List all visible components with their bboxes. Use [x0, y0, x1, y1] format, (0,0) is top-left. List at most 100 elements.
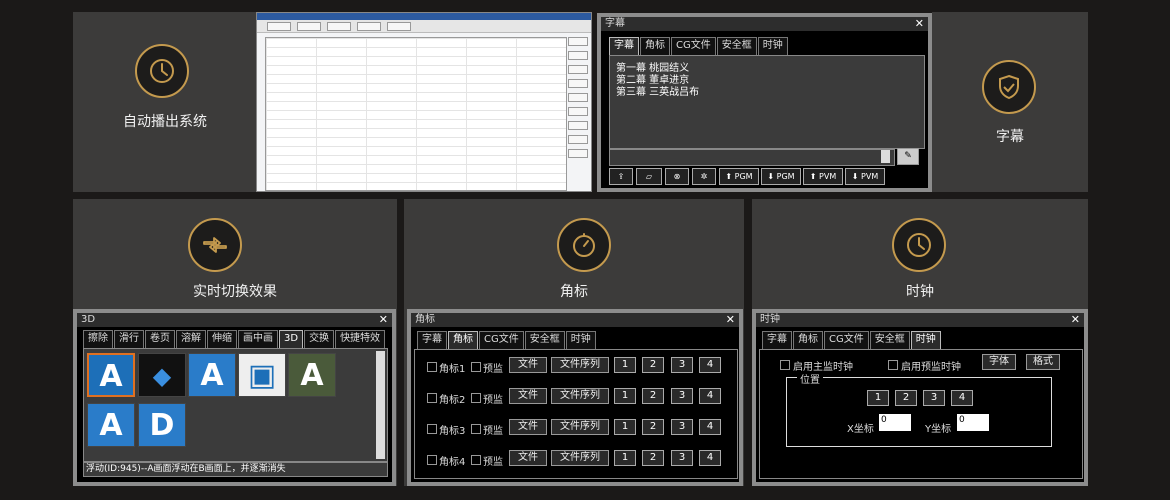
file-sequence-button[interactable]: 文件序列 — [551, 357, 609, 373]
settings-button[interactable]: ✲ — [692, 168, 716, 185]
tab-wipe[interactable]: 擦除 — [83, 330, 113, 348]
main-clock-checkbox[interactable] — [780, 360, 790, 370]
tab-swap[interactable]: 交换 — [304, 330, 335, 348]
logo-enable-checkbox[interactable] — [427, 362, 437, 372]
tab-subtitle[interactable]: 字幕 — [762, 331, 792, 349]
position-3-button[interactable]: 3 — [671, 388, 693, 404]
tab-cg-file[interactable]: CG文件 — [479, 331, 524, 349]
position-4-button[interactable]: 4 — [699, 450, 721, 466]
tab-slide[interactable]: 滑行 — [114, 330, 144, 348]
tab-subtitle[interactable]: 字幕 — [417, 331, 447, 349]
position-1-button[interactable]: 1 — [614, 388, 636, 404]
position-1-button[interactable]: 1 — [614, 419, 636, 435]
stop-button[interactable]: ⊗ — [665, 168, 689, 185]
import-button[interactable]: ⇪ — [609, 168, 633, 185]
logo-enable-checkbox[interactable] — [427, 424, 437, 434]
file-sequence-button[interactable]: 文件序列 — [551, 450, 609, 466]
logo-enable-checkbox[interactable] — [427, 393, 437, 403]
font-button[interactable]: 字体 — [982, 354, 1016, 370]
effect-thumb[interactable]: ◆ — [138, 353, 186, 397]
subtitle-list[interactable]: 第一幕 桃园结义 第二幕 董卓进京 第三幕 三英战吕布 — [609, 55, 925, 149]
position-2-button[interactable]: 2 — [642, 357, 664, 373]
tab-dissolve[interactable]: 溶解 — [176, 330, 206, 348]
close-icon[interactable]: ✕ — [1071, 313, 1080, 327]
position-2-button[interactable]: 2 — [895, 390, 917, 406]
effect-thumb[interactable]: ▣ — [238, 353, 286, 397]
position-2-button[interactable]: 2 — [642, 419, 664, 435]
tab-safe-frame[interactable]: 安全框 — [524, 331, 565, 349]
tab-logo[interactable]: 角标 — [640, 37, 670, 55]
pvm-down-button[interactable]: ⬇ PVM — [845, 168, 885, 185]
position-3-button[interactable]: 3 — [671, 419, 693, 435]
tab-3d[interactable]: 3D — [279, 330, 304, 348]
clock-ring — [892, 218, 946, 272]
realtime-switch-ring — [188, 218, 242, 272]
pvm-up-button[interactable]: ⬆ PVM — [803, 168, 843, 185]
x-coordinate-input[interactable]: 0 — [879, 414, 911, 431]
close-icon[interactable]: ✕ — [379, 313, 388, 327]
scrollbar[interactable] — [376, 351, 385, 459]
tab-safe-frame[interactable]: 安全框 — [716, 37, 757, 55]
position-4-button[interactable]: 4 — [699, 388, 721, 404]
position-4-button[interactable]: 4 — [951, 390, 973, 406]
effect-window: 3D ✕ 擦除 滑行 卷页 溶解 伸缩 画中画 3D 交换 快捷特效 A ◆ A … — [73, 309, 396, 486]
effect-thumb[interactable]: A — [288, 353, 336, 397]
spin-arrows-icon[interactable] — [881, 150, 890, 163]
pgm-down-button[interactable]: ⬇ PGM — [761, 168, 801, 185]
position-4-button[interactable]: 4 — [699, 357, 721, 373]
shield-check-icon — [999, 74, 1019, 100]
tab-clock[interactable]: 时钟 — [910, 331, 941, 349]
file-button[interactable]: 文件 — [509, 419, 547, 435]
tab-clock[interactable]: 时钟 — [565, 331, 596, 349]
file-button[interactable]: 文件 — [509, 450, 547, 466]
list-item[interactable]: 第三幕 三英战吕布 — [616, 83, 699, 98]
tab-logo[interactable]: 角标 — [793, 331, 823, 349]
effect-tabs: 擦除 滑行 卷页 溶解 伸缩 画中画 3D 交换 快捷特效 — [83, 330, 386, 348]
timer-icon — [573, 233, 595, 257]
position-3-button[interactable]: 3 — [671, 357, 693, 373]
tab-cg-file[interactable]: CG文件 — [671, 37, 716, 55]
preview-checkbox[interactable] — [471, 362, 481, 372]
tab-page-curl[interactable]: 卷页 — [145, 330, 175, 348]
position-1-button[interactable]: 1 — [867, 390, 889, 406]
tab-clock[interactable]: 时钟 — [757, 37, 788, 55]
effect-thumb[interactable]: A — [188, 353, 236, 397]
position-3-button[interactable]: 3 — [671, 450, 693, 466]
format-button[interactable]: 格式 — [1026, 354, 1060, 370]
file-button[interactable]: 文件 — [509, 357, 547, 373]
tab-logo[interactable]: 角标 — [448, 331, 478, 349]
effect-thumb[interactable]: A — [87, 403, 135, 447]
file-button[interactable]: 文件 — [509, 388, 547, 404]
preview-clock-checkbox[interactable] — [888, 360, 898, 370]
position-2-button[interactable]: 2 — [642, 388, 664, 404]
position-4-button[interactable]: 4 — [699, 419, 721, 435]
subtitle-edit-input[interactable] — [609, 149, 895, 166]
tab-subtitle[interactable]: 字幕 — [609, 37, 639, 55]
file-sequence-button[interactable]: 文件序列 — [551, 388, 609, 404]
logo-window: 角标 ✕ 字幕 角标 CG文件 安全框 时钟 角标1 预监 文件 文件序列 1 2… — [407, 309, 743, 486]
effect-thumb[interactable]: A — [87, 353, 135, 397]
tab-quick-effects[interactable]: 快捷特效 — [335, 330, 386, 348]
edit-pen-button[interactable]: ✎ — [897, 148, 919, 165]
logo-enable-checkbox[interactable] — [427, 455, 437, 465]
preview-checkbox[interactable] — [471, 455, 481, 465]
position-1-button[interactable]: 1 — [614, 357, 636, 373]
logo-window-title: 角标 — [415, 314, 435, 325]
file-sequence-button[interactable]: 文件序列 — [551, 419, 609, 435]
position-3-button[interactable]: 3 — [923, 390, 945, 406]
tab-safe-frame[interactable]: 安全框 — [869, 331, 910, 349]
preview-checkbox[interactable] — [471, 393, 481, 403]
clear-button[interactable]: ▱ — [636, 168, 662, 185]
tab-stretch[interactable]: 伸缩 — [207, 330, 237, 348]
position-1-button[interactable]: 1 — [614, 450, 636, 466]
tab-pip[interactable]: 画中画 — [238, 330, 278, 348]
tab-cg-file[interactable]: CG文件 — [824, 331, 869, 349]
pgm-up-button[interactable]: ⬆ PGM — [719, 168, 759, 185]
preview-checkbox[interactable] — [471, 424, 481, 434]
effect-thumb[interactable]: D — [138, 403, 186, 447]
position-2-button[interactable]: 2 — [642, 450, 664, 466]
close-icon[interactable]: ✕ — [726, 313, 735, 327]
y-coordinate-input[interactable]: 0 — [957, 414, 989, 431]
close-icon[interactable]: ✕ — [915, 17, 924, 31]
arrows-exchange-icon — [203, 237, 227, 253]
